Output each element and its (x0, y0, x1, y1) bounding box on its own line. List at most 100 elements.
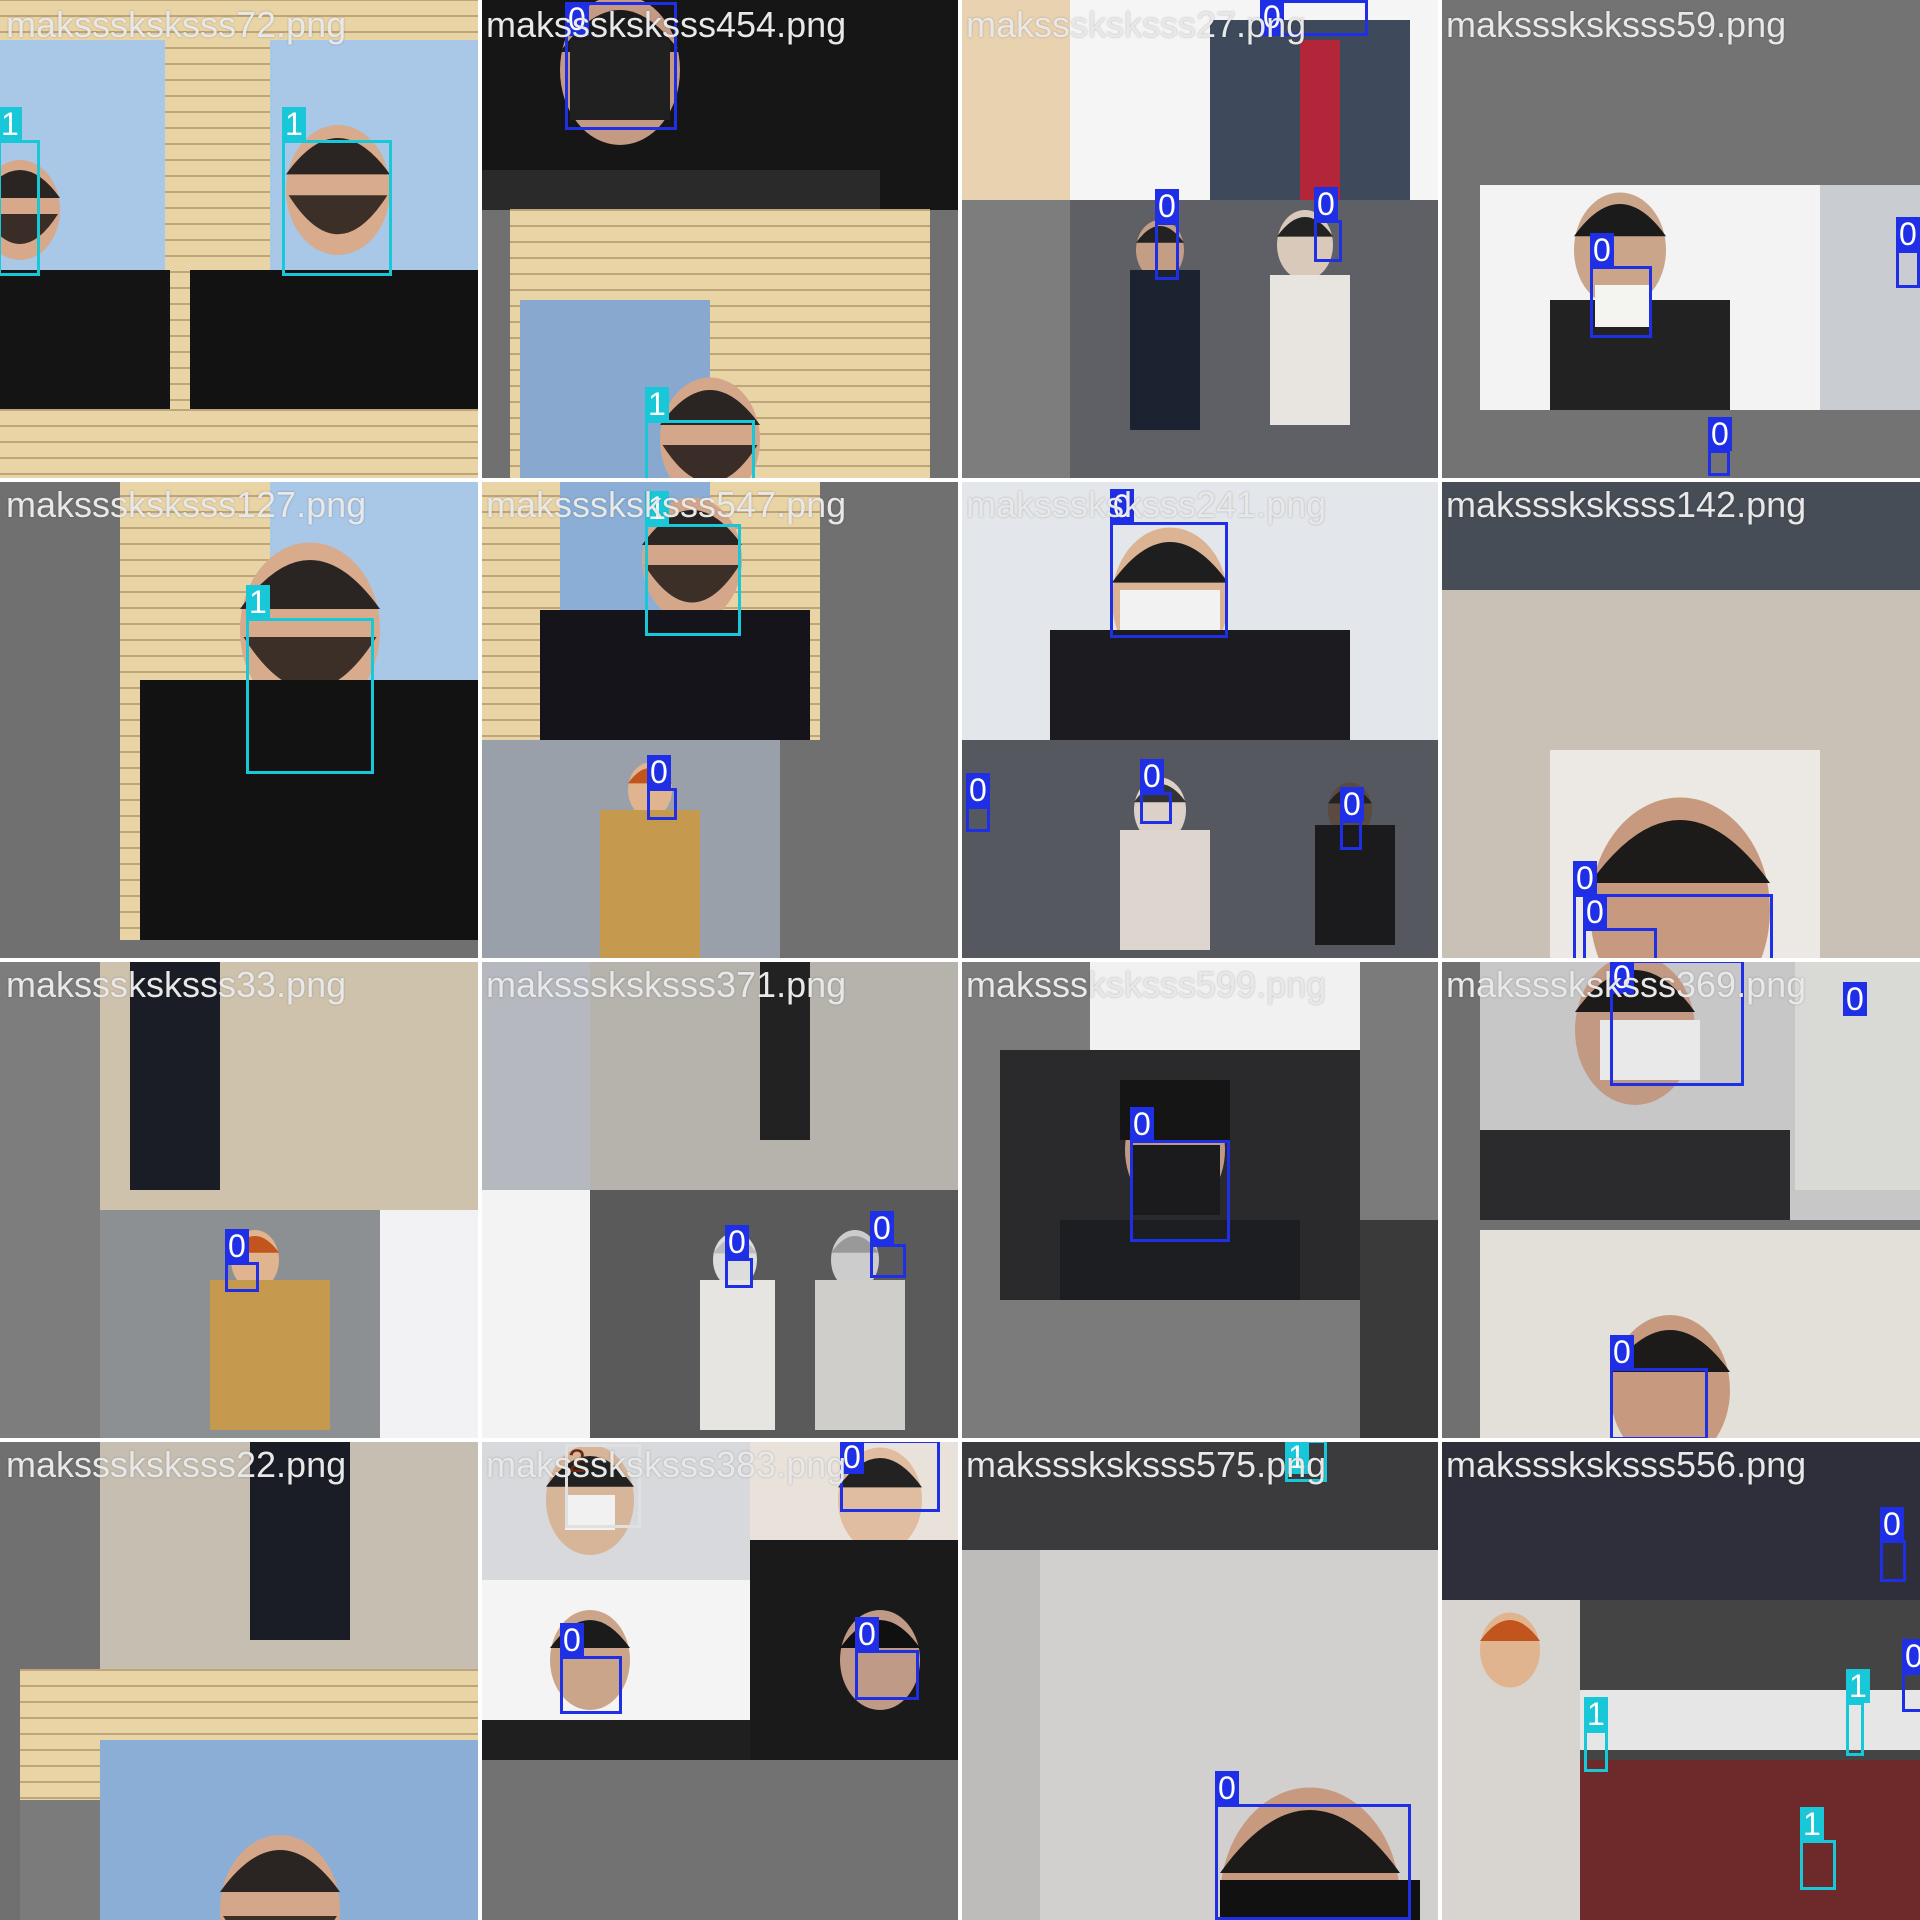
tile-photo (1440, 0, 1920, 480)
detection-box: 0 (1902, 1639, 1920, 1712)
detection-box: 0 (225, 1229, 259, 1292)
detection-box: 0 (1843, 982, 1867, 1016)
detection-box: 0 (1155, 189, 1179, 280)
detection-box: 0 (1130, 1107, 1230, 1242)
grid-divider (0, 1438, 1920, 1442)
tile-photo (480, 960, 960, 1440)
tile-filename: maksssksksss454.png (486, 4, 847, 45)
mosaic-tile: maksssksksss369.png 0 0 0 (1440, 960, 1920, 1440)
tile-filename: maksssksksss547.png (486, 484, 847, 525)
mosaic-grid: maksssksksss72.png 1 1 maksssksksss454.png 0… (0, 0, 1920, 1920)
detection-box: 1 (282, 107, 392, 276)
mosaic-tile: maksssksksss142.png 0 0 (1440, 480, 1920, 960)
detection-class-label: 0 (1583, 895, 1607, 929)
detection-class-label: 1 (0, 107, 22, 141)
tile-photo (0, 960, 480, 1440)
detection-box: 1 (1846, 1669, 1870, 1756)
detection-box: 0 (1583, 895, 1657, 960)
grid-divider (0, 958, 1920, 962)
detection-box: 0 (1590, 233, 1652, 338)
tile-filename: maksssksksss33.png (6, 964, 347, 1005)
detection-box: 1 (645, 387, 755, 480)
detection-box: 0 (1896, 217, 1920, 288)
detection-class-label: 0 (966, 773, 990, 807)
detection-class-label: 0 (1140, 759, 1164, 793)
detection-class-label: 0 (1590, 233, 1614, 267)
tile-filename: maksssksksss241.png (966, 484, 1327, 525)
detection-box: 0 (1314, 187, 1342, 262)
detection-box: 0 (870, 1211, 906, 1278)
detection-box: 0 (1215, 1771, 1411, 1920)
detection-class-label: 1 (1800, 1807, 1824, 1841)
mosaic-tile: maksssksksss33.png 0 (0, 960, 480, 1440)
tile-filename: maksssksksss72.png (6, 4, 347, 45)
detection-box: 1 (246, 585, 374, 774)
detection-box: 1 (645, 491, 741, 636)
detection-class-label: 0 (1610, 1335, 1634, 1369)
mosaic-tile: maksssksksss556.png 0 0 1 1 1 (1440, 1440, 1920, 1920)
detection-box: 0 (725, 1225, 753, 1288)
mosaic-tile: maksssksksss575.png 1 0 (960, 1440, 1440, 1920)
detection-class-label: 0 (870, 1211, 894, 1245)
detection-box: 0 (1880, 1507, 1906, 1582)
mosaic-tile: maksssksksss59.png 0 0 0 (1440, 0, 1920, 480)
mosaic-tile: maksssksksss22.png (0, 1440, 480, 1920)
mosaic-tile: maksssksksss454.png 0 1 (480, 0, 960, 480)
detection-box: 1 (1800, 1807, 1836, 1890)
mosaic-tile: maksssksksss72.png 1 1 (0, 0, 480, 480)
mosaic-tile: maksssksksss241.png 0 0 0 0 (960, 480, 1440, 960)
tile-photo (0, 0, 480, 480)
detection-box: 0 (855, 1617, 919, 1700)
detection-class-label: 0 (855, 1617, 879, 1651)
tile-filename: maksssksksss575.png (966, 1444, 1327, 1485)
detection-box: 0 (840, 1440, 940, 1512)
tile-filename: maksssksksss59.png (1446, 4, 1787, 45)
detection-box: 0 (1140, 759, 1172, 824)
detection-class-label: 0 (1215, 1771, 1239, 1805)
tile-filename: maksssksksss556.png (1446, 1444, 1807, 1485)
detection-class-label: 0 (725, 1225, 749, 1259)
detection-class-label: 1 (282, 107, 306, 141)
detection-class-label: 0 (1708, 417, 1732, 451)
detection-class-label: 0 (1130, 1107, 1154, 1141)
detection-class-label: 0 (1314, 187, 1338, 221)
mosaic-tile: maksssksksss127.png 1 (0, 480, 480, 960)
detection-class-label: 1 (645, 387, 669, 421)
mosaic-tile: maksssksksss547.png 1 0 (480, 480, 960, 960)
detection-box: 0 (560, 1623, 622, 1714)
tile-filename: maksssksksss27.png (966, 4, 1307, 45)
tile-filename: maksssksksss369.png (1446, 964, 1807, 1005)
detection-class-label: 0 (1155, 189, 1179, 223)
mosaic-tile: maksssksksss383.png 2 0 0 0 (480, 1440, 960, 1920)
tile-photo (0, 480, 480, 960)
detection-class-label: 0 (1880, 1507, 1904, 1541)
tile-photo (480, 0, 960, 480)
detection-box: 0 (1110, 489, 1228, 638)
grid-divider (1438, 0, 1442, 1920)
detection-class-label: 0 (647, 755, 671, 789)
tile-photo (960, 0, 1440, 480)
tile-filename: maksssksksss142.png (1446, 484, 1807, 525)
detection-class-label: 0 (1896, 217, 1920, 251)
tile-photo (1440, 480, 1920, 960)
detection-class-label: 0 (1573, 861, 1597, 895)
tile-filename: maksssksksss127.png (6, 484, 367, 525)
tile-filename: maksssksksss22.png (6, 1444, 347, 1485)
detection-class-label: 0 (1843, 982, 1867, 1016)
detection-class-label: 0 (1340, 787, 1364, 821)
detection-class-label: 0 (560, 1623, 584, 1657)
detection-box: 0 (966, 773, 990, 832)
mosaic-tile: maksssksksss371.png 0 0 (480, 960, 960, 1440)
detection-box: 0 (1708, 417, 1732, 476)
detection-class-label: 1 (246, 585, 270, 619)
detection-box: 0 (647, 755, 677, 820)
detection-box: 0 (1610, 1335, 1708, 1440)
detection-box: 1 (0, 107, 40, 276)
detection-class-label: 1 (1846, 1669, 1870, 1703)
detection-class-label: 1 (1584, 1697, 1608, 1731)
tile-filename: maksssksksss371.png (486, 964, 847, 1005)
detection-box: 0 (1340, 787, 1364, 850)
detection-class-label: 0 (1902, 1639, 1920, 1673)
detection-box: 1 (1584, 1697, 1608, 1772)
tile-filename: maksssksksss599.png (966, 964, 1327, 1005)
